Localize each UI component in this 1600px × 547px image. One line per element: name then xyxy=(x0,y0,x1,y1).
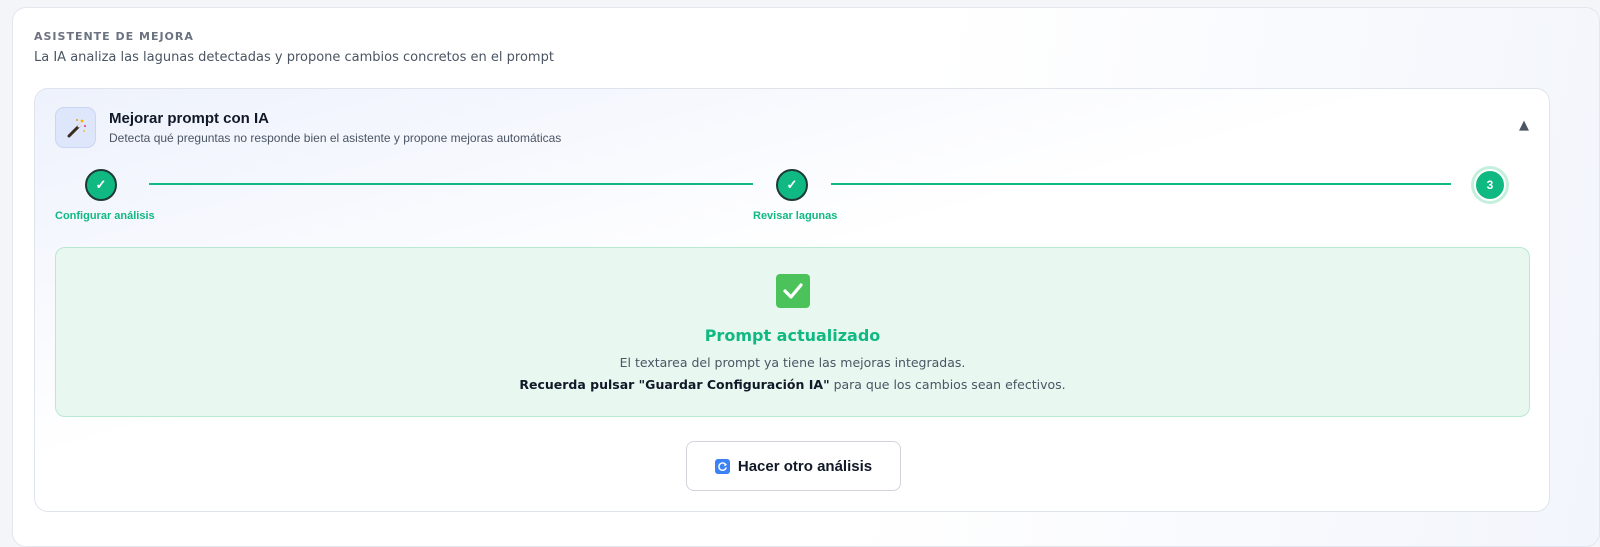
assistant-panel: ASISTENTE DE MEJORA La IA analiza las la… xyxy=(12,7,1600,547)
stepper-connector-1 xyxy=(149,183,753,185)
card-title: Mejorar prompt con IA xyxy=(109,110,270,127)
step-1-check-icon: ✓ xyxy=(85,169,117,201)
magic-wand-icon xyxy=(55,107,96,148)
step-3-indicator: 3 xyxy=(1474,169,1506,201)
section-eyebrow: ASISTENTE DE MEJORA xyxy=(34,30,194,43)
stepper-connector-2 xyxy=(831,183,1451,185)
step-1-label: Configurar análisis xyxy=(55,210,155,222)
success-reminder: Recuerda pulsar "Guardar Configuración I… xyxy=(56,377,1529,392)
step-2-check-icon: ✓ xyxy=(776,169,808,201)
run-another-analysis-button[interactable]: Hacer otro análisis xyxy=(686,441,901,491)
save-reminder-rest: para que los cambios sean efectivos. xyxy=(829,377,1066,392)
collapse-toggle-icon[interactable]: ▲ xyxy=(1519,118,1529,133)
success-panel: Prompt actualizado El textarea del promp… xyxy=(55,247,1530,417)
card-subtitle: Detecta qué preguntas no responde bien e… xyxy=(109,131,562,145)
refresh-icon xyxy=(714,458,730,474)
save-reminder-emphasis: Recuerda pulsar "Guardar Configuración I… xyxy=(519,377,830,392)
section-description: La IA analiza las lagunas detectadas y p… xyxy=(34,50,554,65)
check-box-icon xyxy=(775,274,810,308)
success-message: El textarea del prompt ya tiene las mejo… xyxy=(619,355,966,370)
run-another-analysis-label: Hacer otro análisis xyxy=(737,457,873,475)
improve-prompt-card: Mejorar prompt con IA Detecta qué pregun… xyxy=(34,88,1550,512)
success-title: Prompt actualizado xyxy=(704,326,881,345)
step-2-label: Revisar lagunas xyxy=(753,210,838,222)
